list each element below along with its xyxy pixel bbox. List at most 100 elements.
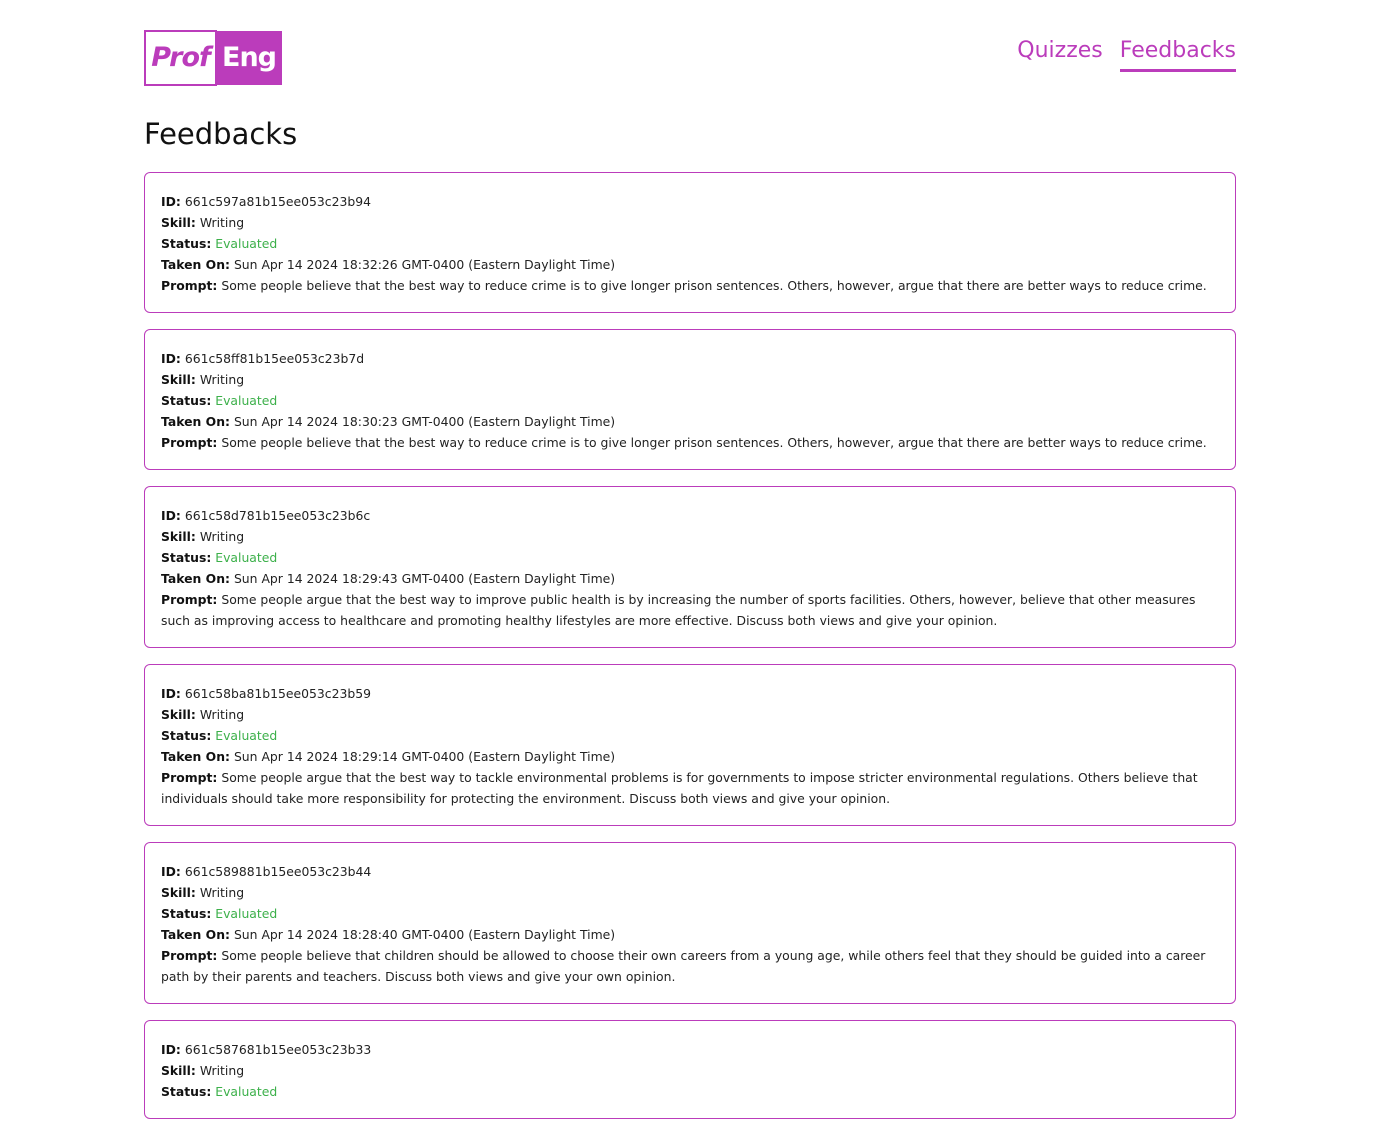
- feedback-id: 661c58d781b15ee053c23b6c: [184, 508, 371, 523]
- feedback-taken-on-row: Taken On: Sun Apr 14 2024 18:30:23 GMT-0…: [161, 411, 1219, 432]
- skill-label: Skill:: [161, 215, 196, 230]
- feedback-prompt-row: Prompt: Some people argue that the best …: [161, 589, 1219, 631]
- taken-on-label: Taken On:: [161, 927, 230, 942]
- logo[interactable]: Prof Eng: [144, 30, 282, 86]
- feedback-prompt: Some people believe that children should…: [161, 948, 1206, 984]
- feedback-status: Evaluated: [215, 236, 278, 251]
- feedback-skill-row: Skill: Writing: [161, 212, 1219, 233]
- feedback-status: Evaluated: [215, 550, 278, 565]
- feedback-card[interactable]: ID: 661c58ff81b15ee053c23b7d Skill: Writ…: [144, 329, 1236, 470]
- feedback-skill-row: Skill: Writing: [161, 882, 1219, 903]
- feedback-card[interactable]: ID: 661c58d781b15ee053c23b6c Skill: Writ…: [144, 486, 1236, 648]
- feedback-skill: Writing: [199, 215, 245, 230]
- main-nav: Quizzes Feedbacks: [1017, 36, 1236, 72]
- skill-label: Skill:: [161, 529, 196, 544]
- prompt-label: Prompt:: [161, 592, 218, 607]
- feedback-skill: Writing: [199, 885, 245, 900]
- taken-on-label: Taken On:: [161, 571, 230, 586]
- feedback-id-row: ID: 661c58d781b15ee053c23b6c: [161, 505, 1219, 526]
- feedback-prompt-row: Prompt: Some people believe that the bes…: [161, 275, 1219, 296]
- feedback-taken-on: Sun Apr 14 2024 18:30:23 GMT-0400 (Easte…: [233, 414, 616, 429]
- feedback-id: 661c58ba81b15ee053c23b59: [184, 686, 372, 701]
- feedback-skill: Writing: [199, 372, 245, 387]
- skill-label: Skill:: [161, 885, 196, 900]
- feedback-skill-row: Skill: Writing: [161, 526, 1219, 547]
- feedback-status-row: Status: Evaluated: [161, 390, 1219, 411]
- page-container: Prof Eng Quizzes Feedbacks Feedbacks ID:…: [144, 30, 1236, 1119]
- feedback-taken-on: Sun Apr 14 2024 18:29:43 GMT-0400 (Easte…: [233, 571, 616, 586]
- feedback-id: 661c587681b15ee053c23b33: [184, 1042, 372, 1057]
- skill-label: Skill:: [161, 1063, 196, 1078]
- feedback-status: Evaluated: [215, 906, 278, 921]
- feedback-card[interactable]: ID: 661c597a81b15ee053c23b94 Skill: Writ…: [144, 172, 1236, 313]
- feedback-status-row: Status: Evaluated: [161, 903, 1219, 924]
- status-label: Status:: [161, 906, 212, 921]
- feedback-id-row: ID: 661c597a81b15ee053c23b94: [161, 191, 1219, 212]
- id-label: ID:: [161, 864, 181, 879]
- feedback-card[interactable]: ID: 661c587681b15ee053c23b33 Skill: Writ…: [144, 1020, 1236, 1119]
- feedback-skill: Writing: [199, 529, 245, 544]
- id-label: ID:: [161, 351, 181, 366]
- id-label: ID:: [161, 686, 181, 701]
- nav-link-feedbacks[interactable]: Feedbacks: [1119, 36, 1236, 72]
- feedback-card[interactable]: ID: 661c589881b15ee053c23b44 Skill: Writ…: [144, 842, 1236, 1004]
- feedback-id: 661c58ff81b15ee053c23b7d: [184, 351, 365, 366]
- feedback-taken-on: Sun Apr 14 2024 18:29:14 GMT-0400 (Easte…: [233, 749, 616, 764]
- taken-on-label: Taken On:: [161, 257, 230, 272]
- feedback-status: Evaluated: [215, 393, 278, 408]
- status-label: Status:: [161, 236, 212, 251]
- feedback-skill-row: Skill: Writing: [161, 704, 1219, 725]
- feedback-prompt-row: Prompt: Some people believe that the bes…: [161, 432, 1219, 453]
- feedback-taken-on-row: Taken On: Sun Apr 14 2024 18:28:40 GMT-0…: [161, 924, 1219, 945]
- feedback-skill-row: Skill: Writing: [161, 1060, 1219, 1081]
- feedback-status-row: Status: Evaluated: [161, 1081, 1219, 1102]
- logo-prof-text: Prof: [144, 30, 217, 86]
- feedback-prompt: Some people argue that the best way to t…: [161, 770, 1198, 806]
- page-title: Feedbacks: [144, 117, 298, 151]
- prompt-label: Prompt:: [161, 948, 218, 963]
- feedback-status: Evaluated: [215, 728, 278, 743]
- feedback-id-row: ID: 661c58ff81b15ee053c23b7d: [161, 348, 1219, 369]
- feedback-status-row: Status: Evaluated: [161, 233, 1219, 254]
- feedback-list: ID: 661c597a81b15ee053c23b94 Skill: Writ…: [144, 172, 1236, 1135]
- prompt-label: Prompt:: [161, 435, 218, 450]
- feedback-taken-on-row: Taken On: Sun Apr 14 2024 18:29:43 GMT-0…: [161, 568, 1219, 589]
- feedback-taken-on: Sun Apr 14 2024 18:32:26 GMT-0400 (Easte…: [233, 257, 616, 272]
- feedback-status-row: Status: Evaluated: [161, 547, 1219, 568]
- feedback-taken-on: Sun Apr 14 2024 18:28:40 GMT-0400 (Easte…: [233, 927, 616, 942]
- feedback-prompt-row: Prompt: Some people believe that childre…: [161, 945, 1219, 987]
- taken-on-label: Taken On:: [161, 414, 230, 429]
- feedback-id-row: ID: 661c589881b15ee053c23b44: [161, 861, 1219, 882]
- nav-link-quizzes[interactable]: Quizzes: [1017, 36, 1102, 72]
- taken-on-label: Taken On:: [161, 749, 230, 764]
- feedback-id: 661c597a81b15ee053c23b94: [184, 194, 372, 209]
- feedback-skill-row: Skill: Writing: [161, 369, 1219, 390]
- feedback-card[interactable]: ID: 661c58ba81b15ee053c23b59 Skill: Writ…: [144, 664, 1236, 826]
- feedback-prompt: Some people believe that the best way to…: [221, 435, 1207, 450]
- prompt-label: Prompt:: [161, 278, 218, 293]
- feedback-prompt: Some people argue that the best way to i…: [161, 592, 1196, 628]
- feedback-skill: Writing: [199, 1063, 245, 1078]
- status-label: Status:: [161, 1084, 212, 1099]
- feedback-id-row: ID: 661c587681b15ee053c23b33: [161, 1039, 1219, 1060]
- feedback-prompt: Some people believe that the best way to…: [221, 278, 1207, 293]
- feedback-status-row: Status: Evaluated: [161, 725, 1219, 746]
- status-label: Status:: [161, 550, 212, 565]
- prompt-label: Prompt:: [161, 770, 218, 785]
- feedback-status: Evaluated: [215, 1084, 278, 1099]
- status-label: Status:: [161, 393, 212, 408]
- skill-label: Skill:: [161, 372, 196, 387]
- id-label: ID:: [161, 194, 181, 209]
- id-label: ID:: [161, 1042, 181, 1057]
- feedback-skill: Writing: [199, 707, 245, 722]
- id-label: ID:: [161, 508, 181, 523]
- feedback-taken-on-row: Taken On: Sun Apr 14 2024 18:29:14 GMT-0…: [161, 746, 1219, 767]
- status-label: Status:: [161, 728, 212, 743]
- feedback-id-row: ID: 661c58ba81b15ee053c23b59: [161, 683, 1219, 704]
- header: Prof Eng Quizzes Feedbacks: [144, 30, 1236, 86]
- skill-label: Skill:: [161, 707, 196, 722]
- feedback-prompt-row: Prompt: Some people argue that the best …: [161, 767, 1219, 809]
- feedback-taken-on-row: Taken On: Sun Apr 14 2024 18:32:26 GMT-0…: [161, 254, 1219, 275]
- logo-eng-text: Eng: [217, 31, 282, 85]
- feedback-id: 661c589881b15ee053c23b44: [184, 864, 372, 879]
